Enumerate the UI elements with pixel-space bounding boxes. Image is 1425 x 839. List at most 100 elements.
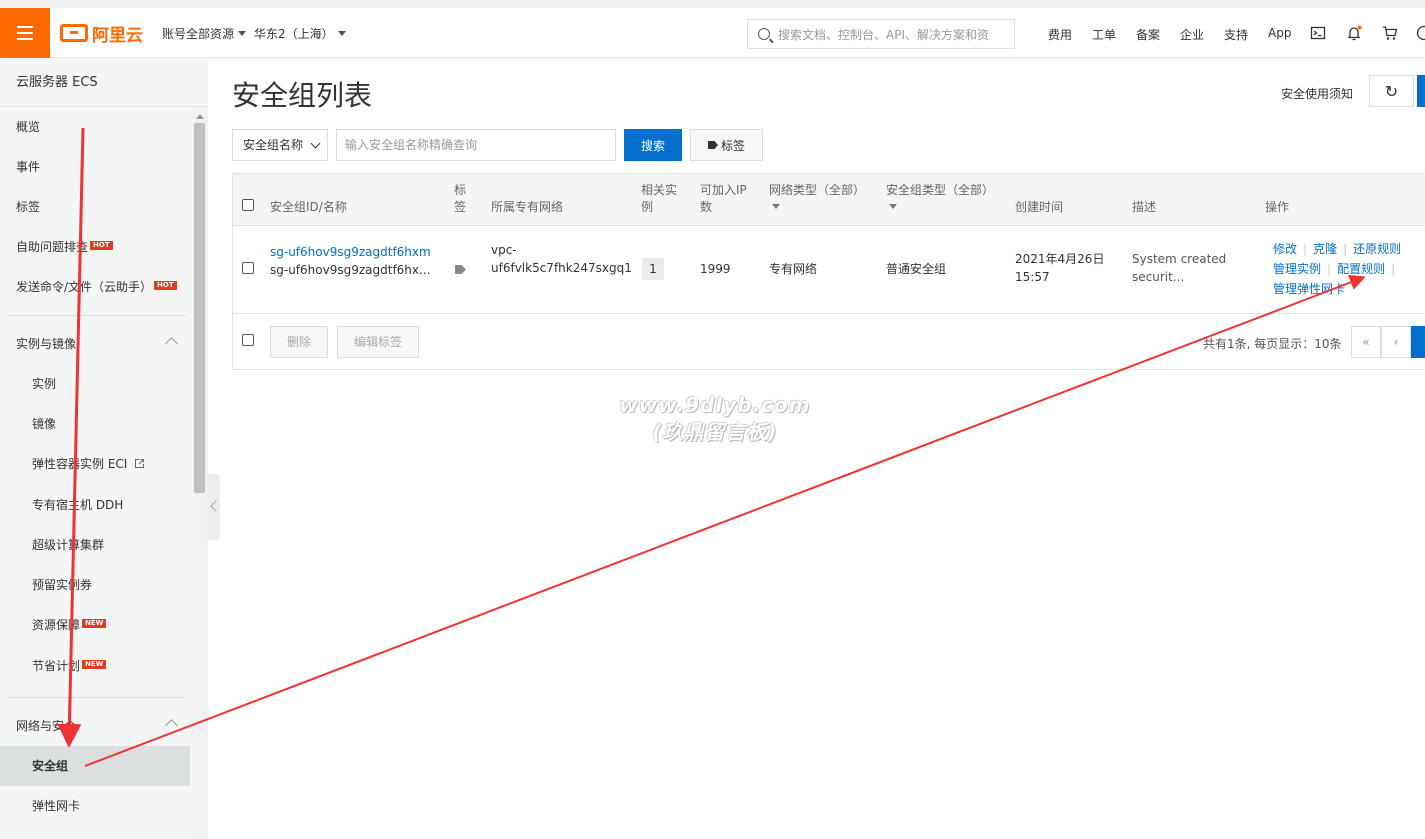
col-ip-line2: 数 — [700, 200, 713, 214]
help-icon[interactable] — [1416, 25, 1425, 41]
account-scope-dropdown[interactable]: 账号全部资源 — [162, 25, 247, 42]
edit-tags-button[interactable]: 编辑标签 — [337, 326, 419, 358]
sidebar-item-reserved-instances[interactable]: 预留实例券 — [0, 565, 190, 605]
caret-down-icon — [337, 31, 346, 36]
sidebar-scrollbar-thumb[interactable] — [194, 123, 205, 493]
tag-icon — [707, 141, 718, 149]
global-search-placeholder: 搜索文档、控制台、API、解决方案和资 — [778, 27, 989, 42]
refresh-button[interactable]: ↻ — [1369, 75, 1414, 107]
nav-app[interactable]: App — [1268, 26, 1291, 40]
region-dropdown[interactable]: 华东2（上海） — [254, 25, 346, 42]
scroll-up-icon[interactable] — [196, 114, 204, 119]
create-security-group-button[interactable] — [1417, 75, 1425, 107]
sidebar-collapse-handle[interactable] — [207, 474, 220, 540]
sidebar-item-tags[interactable]: 标签 — [0, 187, 190, 227]
configure-rules-link[interactable]: 配置规则 — [1337, 262, 1385, 276]
sidebar-item-security-groups[interactable]: 安全组 — [0, 746, 190, 786]
sidebar-item-scc[interactable]: 超级计算集群 — [0, 525, 190, 565]
menu-toggle-button[interactable] — [0, 8, 50, 58]
current-page-button[interactable] — [1411, 326, 1425, 358]
select-all-checkbox[interactable] — [242, 199, 254, 211]
security-group-search-input[interactable] — [336, 129, 616, 161]
browser-strip — [0, 0, 1425, 8]
sidebar-item-label: 节省计划 — [32, 659, 81, 673]
tag-button-label: 标签 — [720, 138, 745, 153]
security-notice-link[interactable]: 安全使用须知 — [1281, 85, 1353, 102]
logo-text: 阿里云 — [92, 25, 143, 46]
sidebar-item-overview[interactable]: 概览 — [0, 107, 190, 147]
sidebar-item-images[interactable]: 镜像 — [0, 404, 190, 444]
sidebar-item-troubleshoot[interactable]: 自助问题排查 HOT — [0, 227, 190, 267]
created-time-cell: 2021年4月26日 15:57 — [1015, 250, 1104, 286]
col-sg-type-filter[interactable]: 安全组类型（全部） — [886, 182, 994, 216]
first-page-button[interactable]: « — [1351, 326, 1381, 358]
col-network-type-filter[interactable]: 网络类型（全部） — [769, 182, 865, 216]
hamburger-icon-line — [17, 38, 33, 40]
sidebar-item-capacity-reservation[interactable]: 资源保障 NEW — [0, 605, 190, 645]
manage-eni-link[interactable]: 管理弹性网卡 — [1273, 282, 1345, 296]
sidebar-item-ddh[interactable]: 专有宿主机 DDH — [0, 485, 190, 525]
sidebar-item-label: 资源保障 — [32, 618, 81, 632]
clone-link[interactable]: 克隆 — [1313, 242, 1337, 256]
nav-icp[interactable]: 备案 — [1136, 26, 1160, 43]
col-related-line2: 例 — [641, 200, 654, 214]
related-instances-count[interactable]: 1 — [642, 258, 664, 280]
caret-down-icon — [238, 31, 247, 36]
col-vpc: 所属专有网络 — [491, 200, 564, 214]
nav-ticket[interactable]: 工单 — [1092, 26, 1116, 43]
sidebar-item-label: 预留实例券 — [32, 578, 93, 592]
sidebar-item-label: 自助问题排查 — [16, 240, 89, 254]
prev-page-button[interactable]: ‹ — [1381, 326, 1411, 358]
col-tag: 标 签 — [454, 182, 466, 216]
col-tag-line2: 签 — [454, 200, 467, 214]
nav-billing[interactable]: 费用 — [1048, 26, 1072, 43]
sidebar-group-instances-images[interactable]: 实例与镜像 — [0, 324, 190, 364]
chevron-down-icon — [310, 138, 321, 149]
cart-icon[interactable] — [1382, 25, 1398, 41]
sidebar-group-network-security[interactable]: 网络与安全 — [0, 706, 190, 746]
sidebar-item-events[interactable]: 事件 — [0, 147, 190, 187]
col-sg-type-label: 安全组类型（全部） — [886, 183, 995, 197]
aliyun-logo[interactable]: 阿里云 — [60, 21, 143, 46]
delete-button[interactable]: 删除 — [270, 326, 328, 358]
tag-filter-button[interactable]: 标签 — [690, 129, 763, 161]
security-group-table: 安全组ID/名称 标 签 所属专有网络 相关实 例 可加入IP 数 网络类型（全… — [232, 173, 1425, 370]
created-date: 2021年4月26日 — [1015, 252, 1105, 266]
sidebar-item-instances[interactable]: 实例 — [0, 364, 190, 404]
table-header: 安全组ID/名称 标 签 所属专有网络 相关实 例 可加入IP 数 网络类型（全… — [233, 174, 1425, 226]
sidebar-item-eci[interactable]: 弹性容器实例 ECI — [0, 444, 190, 484]
bell-icon[interactable] — [1346, 25, 1362, 41]
footer-select-all-checkbox[interactable] — [242, 334, 254, 346]
terminal-icon[interactable] — [1310, 25, 1326, 41]
sidebar-item-label: 标签 — [16, 200, 41, 214]
col-id-name: 安全组ID/名称 — [270, 200, 347, 214]
global-search-input[interactable]: 搜索文档、控制台、API、解决方案和资 — [747, 19, 1015, 49]
sidebar-item-label: 超级计算集群 — [32, 538, 105, 552]
modify-link[interactable]: 修改 — [1273, 242, 1297, 256]
security-group-id-link[interactable]: sg-uf6hov9sg9zagdtf6hxm — [270, 243, 431, 261]
description-line1: System created — [1132, 252, 1227, 266]
sidebar-item-savings-plan[interactable]: 节省计划 NEW — [0, 646, 190, 686]
filter-field-select[interactable]: 安全组名称 — [232, 129, 328, 161]
watermark-line1: www.9dlyb.com — [619, 393, 811, 417]
security-group-name: sg-uf6hov9sg9zagdtf6hx... — [270, 263, 431, 277]
row-checkbox[interactable] — [242, 262, 254, 274]
vpc-cell: vpc- uf6fvlk5c7fhk247sxgq1 — [491, 241, 632, 277]
col-related-instances: 相关实 例 — [641, 182, 677, 216]
sidebar-item-eni[interactable]: 弹性网卡 — [0, 786, 190, 826]
hot-badge: HOT — [90, 241, 113, 250]
tag-icon[interactable] — [455, 265, 466, 274]
nav-enterprise[interactable]: 企业 — [1180, 26, 1204, 43]
security-group-id-cell: sg-uf6hov9sg9zagdtf6hxm sg-uf6hov9sg9zag… — [270, 243, 431, 279]
nav-support[interactable]: 支持 — [1224, 26, 1248, 43]
created-time: 15:57 — [1015, 270, 1050, 284]
sidebar-item-cloud-assistant[interactable]: 发送命令/文件（云助手） HOT — [0, 267, 190, 307]
col-ip-line1: 可加入IP — [700, 183, 747, 197]
search-button[interactable]: 搜索 — [624, 129, 682, 161]
aliyun-logo-icon — [60, 24, 88, 42]
vpc-line2: uf6fvlk5c7fhk247sxgq1 — [491, 261, 632, 275]
chevron-up-icon — [165, 719, 178, 732]
top-navigation-bar: 阿里云 账号全部资源 华东2（上海） 搜索文档、控制台、API、解决方案和资 费… — [0, 0, 1425, 58]
manage-instances-link[interactable]: 管理实例 — [1273, 262, 1321, 276]
restore-rules-link[interactable]: 还原规则 — [1353, 242, 1401, 256]
